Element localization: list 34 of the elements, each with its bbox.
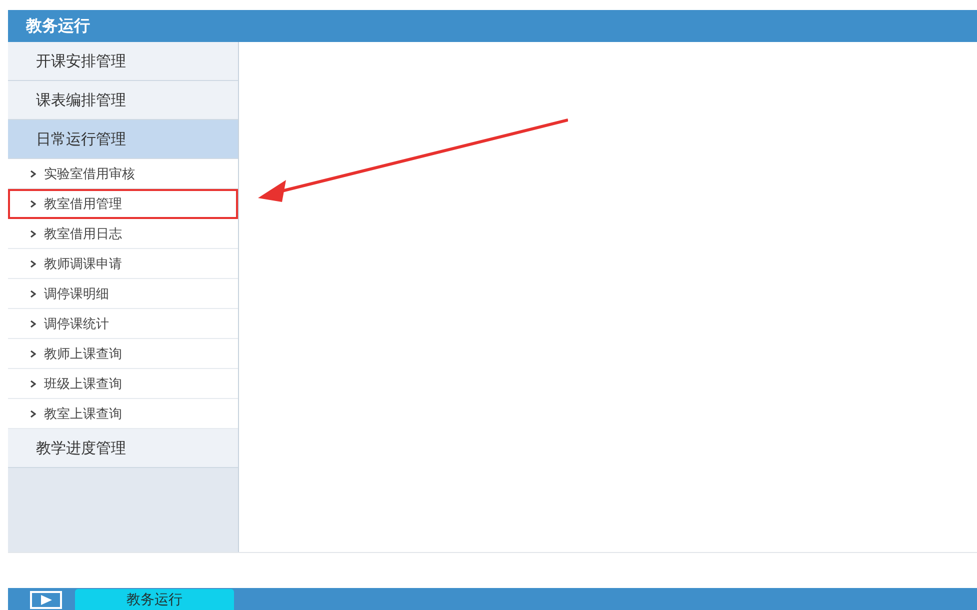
chevron-icon — [30, 410, 36, 418]
sidebar-item[interactable]: 教室借用管理 — [8, 189, 238, 219]
chevron-icon — [30, 350, 36, 358]
taskbar-tab[interactable]: 教务运行 — [75, 589, 234, 610]
sidebar-group[interactable]: 课表编排管理 — [8, 81, 238, 120]
sidebar-item[interactable]: 教师调课申请 — [8, 249, 238, 279]
item-label: 调停课统计 — [44, 316, 109, 332]
sidebar-item[interactable]: 教师上课查询 — [8, 339, 238, 369]
item-label: 实验室借用审核 — [44, 166, 135, 182]
sidebar-item[interactable]: 班级上课查询 — [8, 369, 238, 399]
chevron-icon — [30, 200, 36, 208]
item-label: 教室上课查询 — [44, 406, 122, 422]
sidebar-item[interactable]: 实验室借用审核 — [8, 159, 238, 189]
play-icon[interactable] — [30, 591, 62, 609]
sidebar-item[interactable]: 教室借用日志 — [8, 219, 238, 249]
item-label: 调停课明细 — [44, 286, 109, 302]
sidebar-item[interactable]: 教室上课查询 — [8, 399, 238, 429]
chevron-icon — [30, 170, 36, 178]
chevron-icon — [30, 320, 36, 328]
item-label: 教师调课申请 — [44, 256, 122, 272]
item-label: 教室借用管理 — [44, 196, 122, 212]
sidebar-item[interactable]: 调停课统计 — [8, 309, 238, 339]
item-label: 教师上课查询 — [44, 346, 122, 362]
window-title: 教务运行 — [8, 10, 977, 42]
chevron-icon — [30, 380, 36, 388]
chevron-icon — [30, 290, 36, 298]
chevron-icon — [30, 260, 36, 268]
sidebar-item[interactable]: 调停课明细 — [8, 279, 238, 309]
item-label: 教室借用日志 — [44, 226, 122, 242]
chevron-icon — [30, 230, 36, 238]
sidebar-group[interactable]: 日常运行管理 — [8, 120, 238, 159]
item-label: 班级上课查询 — [44, 376, 122, 392]
sidebar-group[interactable]: 教学进度管理 — [8, 429, 238, 468]
sidebar-group[interactable]: 开课安排管理 — [8, 42, 238, 81]
